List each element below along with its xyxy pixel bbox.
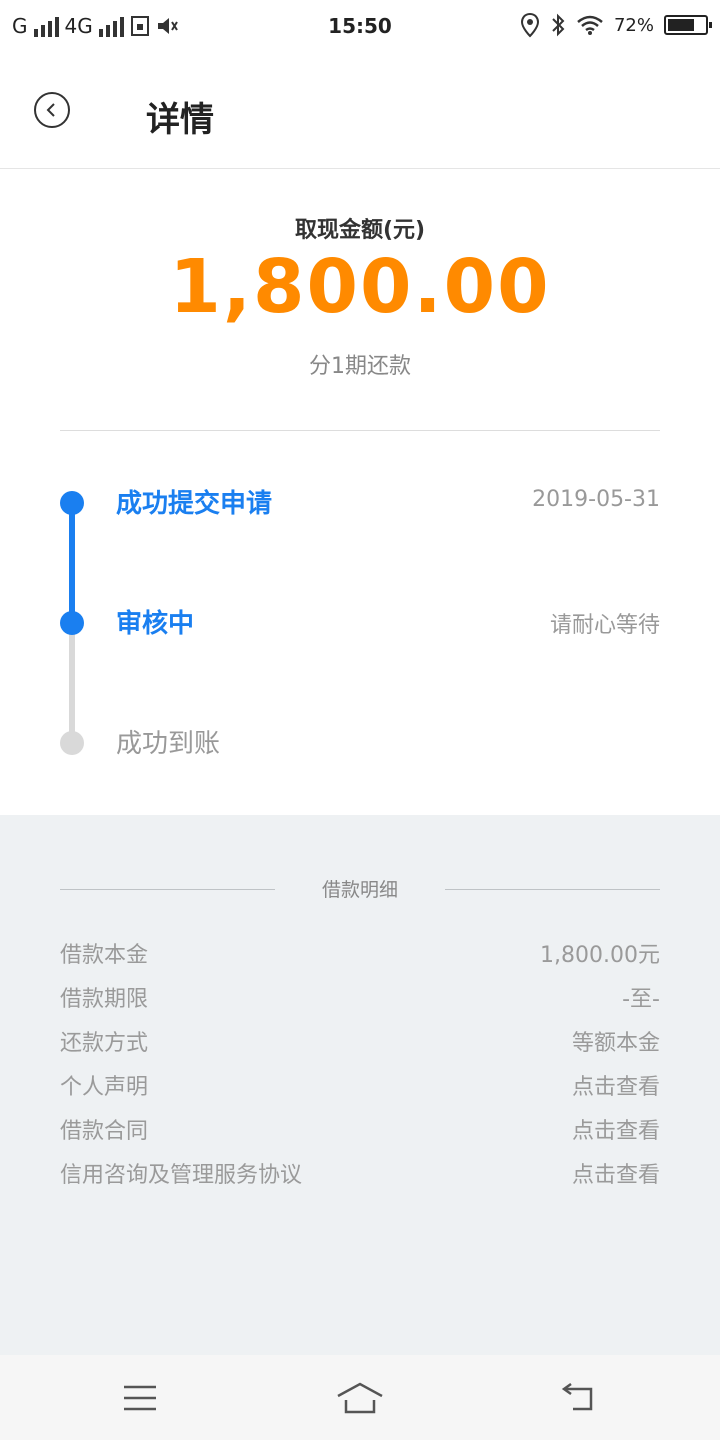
status-right: 72% [520,12,712,38]
detail-label: 借款期限 [60,987,149,1012]
detail-value: -至- [622,987,660,1012]
amount-label: 取现金额(元) [294,218,426,243]
timeline-step1-label: 成功提交申请 [116,489,273,519]
view-link[interactable]: 点击查看 [572,1069,660,1101]
installment-text: 分1期还款 [309,354,411,379]
page-title: 详情 [146,100,214,140]
view-link[interactable]: 点击查看 [572,1157,660,1189]
detail-row-loan-contract[interactable]: 借款合同 点击查看 [60,1109,660,1149]
back-icon [561,1383,593,1411]
menu-icon [124,1385,156,1411]
timeline-dot-step2 [60,611,84,635]
timeline-dot-step3 [60,731,84,755]
detail-row-personal-statement[interactable]: 个人声明 点击查看 [60,1065,660,1105]
detail-row-repayment: 还款方式 等额本金 [60,1021,660,1061]
back-nav-button[interactable] [548,1373,608,1423]
detail-label: 个人声明 [60,1075,149,1100]
battery-icon [664,15,712,35]
detail-row-principal: 借款本金 1,800.00元 [60,933,660,973]
timeline-step2-note: 请耐心等待 [549,613,660,638]
detail-row-term: 借款期限 -至- [60,977,660,1017]
detail-label: 借款本金 [60,943,149,968]
detail-value: 等额本金 [571,1031,660,1056]
home-button[interactable] [330,1373,390,1423]
detail-value: 1,800.00元 [540,943,660,968]
location-icon [520,12,539,38]
timeline-step1-date: 2019-05-31 [532,487,660,512]
detail-label: 借款合同 [60,1119,149,1144]
battery-fill [668,19,694,31]
view-link[interactable]: 点击查看 [572,1113,660,1145]
back-button[interactable] [34,92,70,128]
timeline-dot-step1 [60,491,84,515]
timeline-line-done [69,503,75,623]
bluetooth-icon [552,13,565,37]
status-bar: G 4G 15:50 72% [0,0,720,56]
battery-percent: 72% [613,14,654,36]
detail-row-service-agreement[interactable]: 信用咨询及管理服务协议 点击查看 [60,1153,660,1193]
wifi-icon [577,15,603,35]
menu-button[interactable] [110,1373,170,1423]
system-nav-bar [0,1355,720,1440]
home-icon [337,1382,383,1414]
detail-label: 还款方式 [60,1031,149,1056]
loan-details-panel: 借款明细 借款本金 1,800.00元 借款期限 -至- 还款方式 等额本金 个… [0,815,720,1355]
timeline-line-pending [69,623,75,743]
timeline-step2-label: 审核中 [116,609,195,639]
details-title-line-right [445,889,660,890]
app-header: 详情 [0,56,720,169]
detail-label: 信用咨询及管理服务协议 [60,1163,303,1188]
amount-value: 1,800.00 [169,244,551,330]
timeline-step3-label: 成功到账 [116,729,221,759]
back-chevron-icon [46,103,55,117]
section-divider [60,430,660,431]
